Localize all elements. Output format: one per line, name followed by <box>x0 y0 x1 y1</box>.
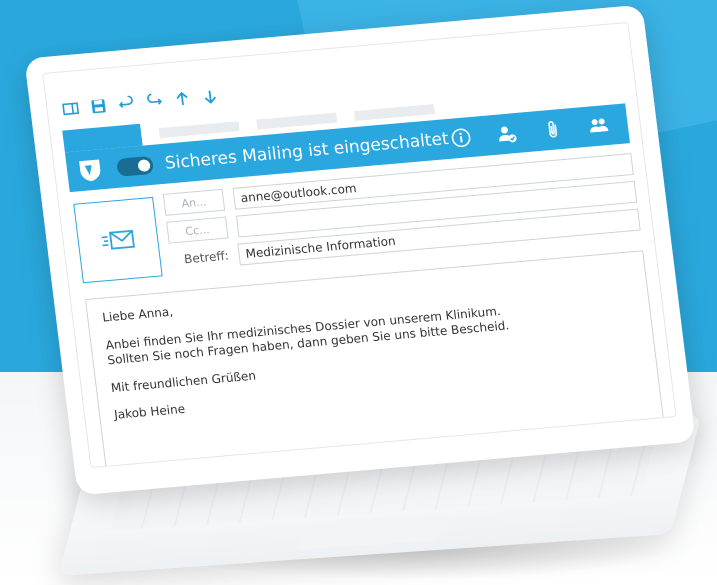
toggle-knob <box>137 159 151 173</box>
paperclip-icon[interactable] <box>540 118 565 142</box>
arrow-down-icon[interactable] <box>200 87 220 106</box>
laptop-trackpad <box>295 514 446 550</box>
laptop-screen: Sicheres Mailing ist eingeschaltet An...… <box>24 4 696 496</box>
cc-button[interactable]: Cc... <box>166 216 229 244</box>
shield-icon <box>76 156 105 184</box>
save-icon[interactable] <box>88 97 108 116</box>
user-verified-icon[interactable] <box>495 122 520 146</box>
to-button[interactable]: An... <box>162 188 226 216</box>
attachment-drop-area[interactable] <box>73 196 163 284</box>
users-icon[interactable] <box>586 114 611 138</box>
email-window: Sicheres Mailing ist eingeschaltet An...… <box>42 21 677 469</box>
tab-placeholder[interactable] <box>354 104 435 122</box>
tab-placeholder[interactable] <box>256 112 338 130</box>
toolbar-icons <box>61 87 221 119</box>
subject-label: Betreff: <box>183 248 230 267</box>
info-icon[interactable] <box>449 126 474 150</box>
tab-placeholder[interactable] <box>158 121 240 139</box>
window-icon[interactable] <box>61 99 81 118</box>
arrow-up-icon[interactable] <box>172 89 192 108</box>
envelope-send-icon <box>101 229 135 250</box>
redo-icon[interactable] <box>144 92 164 111</box>
banner-icons <box>449 114 611 150</box>
secure-mailing-toggle[interactable] <box>116 155 155 177</box>
undo-icon[interactable] <box>116 94 136 113</box>
